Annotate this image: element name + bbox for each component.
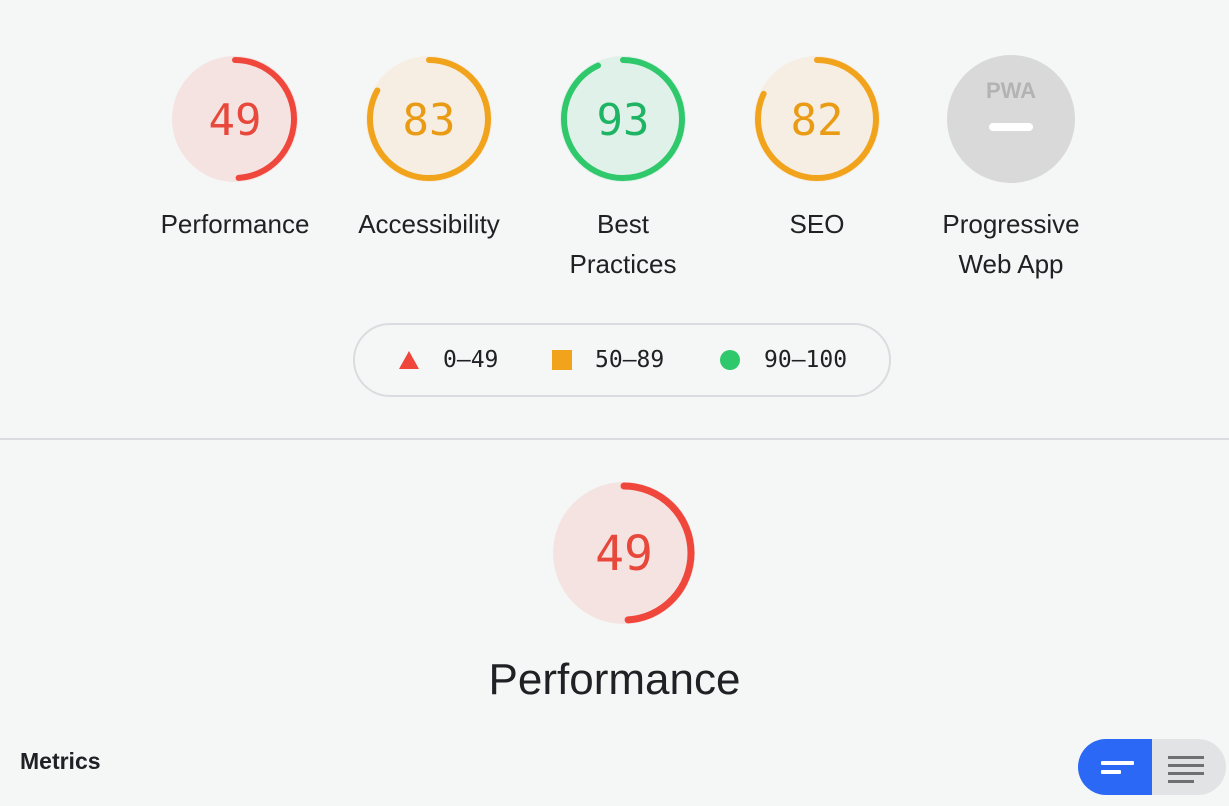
short-lines-icon <box>1101 761 1134 774</box>
legend-item-pass: 90–100 <box>719 325 847 395</box>
gauge-performance[interactable]: 49 Performance <box>145 54 325 244</box>
section-divider <box>0 438 1229 440</box>
expanded-view-button[interactable] <box>1152 739 1226 795</box>
triangle-icon <box>399 351 419 369</box>
gauge-seo[interactable]: 82 SEO <box>727 54 907 244</box>
circle-icon <box>720 350 740 370</box>
list-lines-icon <box>1168 756 1204 783</box>
gauge-label: Best Practices <box>569 209 677 279</box>
gauge-label: Progressive Web App <box>942 209 1080 279</box>
legend-item-average: 50–89 <box>552 325 664 395</box>
gauge-score: 49 <box>209 95 262 146</box>
section-title: Performance <box>488 655 741 704</box>
legend-range: 90–100 <box>764 347 848 373</box>
score-gauge: 93 <box>560 56 686 182</box>
metrics-heading: Metrics <box>20 748 101 774</box>
pwa-logo: PWA <box>986 78 1036 103</box>
legend-range: 50–89 <box>595 347 665 373</box>
gauge-best-practices[interactable]: 93 Best Practices <box>533 54 713 284</box>
legend-item-fail: 0–49 <box>398 325 498 395</box>
gauge-label: Performance <box>160 209 310 239</box>
gauge-pwa[interactable]: PWA Progressive Web App <box>921 54 1101 284</box>
legend-range: 0–49 <box>443 347 499 373</box>
performance-gauge-large: 49 <box>549 478 699 633</box>
gauge-accessibility[interactable]: 83 Accessibility <box>339 54 519 244</box>
gauge-background <box>947 55 1075 183</box>
gauge-label: Accessibility <box>358 209 500 239</box>
gauge-label: SEO <box>789 209 845 239</box>
square-icon <box>552 350 572 370</box>
score-scale-legend: 0–49 50–89 90–100 <box>353 323 891 397</box>
score-gauge: 82 <box>754 56 880 182</box>
score-gauge: 49 <box>172 56 298 182</box>
dash-icon <box>989 123 1033 131</box>
gauge-score: 93 <box>597 95 650 146</box>
score-gauge: 83 <box>366 56 492 182</box>
summary-view-button[interactable] <box>1078 739 1152 795</box>
gauge-score: 82 <box>791 95 844 146</box>
score-gauge: 49 <box>553 482 695 624</box>
gauge-score: 83 <box>403 95 456 146</box>
gauge-score: 49 <box>595 526 653 582</box>
scores-summary: 49 Performance 83 Accessibility 93 Best P… <box>0 0 1229 300</box>
pwa-badge: PWA <box>947 55 1075 183</box>
metrics-view-toggle[interactable] <box>1078 739 1228 795</box>
